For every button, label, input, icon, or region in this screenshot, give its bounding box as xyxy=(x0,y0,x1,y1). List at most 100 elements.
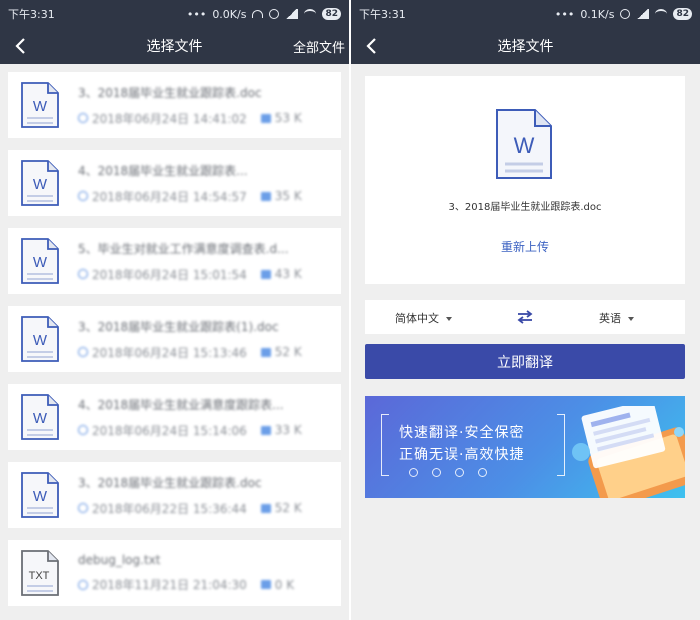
size-icon xyxy=(260,580,271,589)
word-doc-icon: W xyxy=(21,394,59,440)
wifi-icon xyxy=(655,9,668,19)
battery-icon: 82 xyxy=(322,8,341,20)
word-doc-icon: W xyxy=(21,82,59,128)
upload-card: W 3、2018届毕业生就业跟踪表.doc 重新上传 xyxy=(365,76,685,284)
file-size: 35 K xyxy=(274,189,302,203)
word-doc-icon: W xyxy=(21,160,59,206)
file-date: 2018年06月24日 15:14:06 xyxy=(92,423,247,438)
banner-line-1: 快速翻译·安全保密 xyxy=(399,425,525,441)
bracket-left xyxy=(381,414,389,476)
clock-icon xyxy=(78,579,88,590)
size-icon xyxy=(260,503,271,513)
alarm-icon xyxy=(269,9,280,19)
file-date: 2018年06月24日 14:41:02 xyxy=(92,111,247,126)
word-doc-icon: W xyxy=(21,472,59,518)
page-title: 选择文件 xyxy=(146,39,203,55)
left-screen: 下午3:31 ••• 0.0K/s 82 选择文件 全部文件 W 3、2018届毕… xyxy=(0,0,349,620)
back-arrow-icon[interactable] xyxy=(12,36,30,56)
reupload-link[interactable]: 重新上传 xyxy=(365,238,685,255)
status-bar: 下午3:31 ••• 0.0K/s 82 xyxy=(0,0,349,28)
source-language-select[interactable]: 简体中文 xyxy=(395,310,452,326)
doc-icon-letter: W xyxy=(33,488,48,505)
phone-illustration xyxy=(572,406,685,498)
all-files-button[interactable]: 全部文件 xyxy=(293,37,345,56)
alarm-icon xyxy=(620,9,631,19)
size-icon xyxy=(260,425,271,435)
file-date: 2018年11月21日 21:04:30 xyxy=(92,578,247,592)
size-icon xyxy=(260,347,271,357)
shield-icon xyxy=(432,468,441,477)
file-name: 3、2018届毕业生就业跟踪表.doc xyxy=(78,475,262,490)
file-name: 4、2018届毕业生就业满意度跟踪表... xyxy=(78,397,284,412)
file-item[interactable]: TXT debug_log.txt 2018年11月21日 21:04:30 0 K xyxy=(8,540,341,606)
back-arrow-icon[interactable] xyxy=(363,36,381,56)
dots-icon: ••• xyxy=(186,7,207,21)
file-date: 2018年06月22日 15:36:44 xyxy=(92,501,247,516)
clock-icon xyxy=(78,269,88,279)
size-icon xyxy=(260,191,271,201)
doc-icon-letter: W xyxy=(33,98,48,115)
file-item[interactable]: W 5、毕业生对就业工作满意度调查表.d... 2018年06月24日 15:01:… xyxy=(8,228,341,294)
lightning-icon xyxy=(478,468,487,477)
file-size: 52 K xyxy=(274,345,302,359)
file-item[interactable]: W 3、2018届毕业生就业跟踪表.doc 2018年06月24日 14:41:02… xyxy=(8,72,341,138)
doc-icon-letter: W xyxy=(33,254,48,271)
left-header: 选择文件 全部文件 xyxy=(0,28,349,64)
net-speed: 0.0K/s xyxy=(212,7,247,21)
file-size: 53 K xyxy=(274,111,302,125)
file-name: debug_log.txt xyxy=(78,553,161,567)
file-size: 52 K xyxy=(274,501,302,515)
page-title: 选择文件 xyxy=(497,39,554,55)
status-bar: 下午3:31 ••• 0.1K/s 82 xyxy=(351,0,700,28)
status-time: 下午3:31 xyxy=(8,8,55,21)
size-icon xyxy=(260,269,271,279)
file-list: W 3、2018届毕业生就业跟踪表.doc 2018年06月24日 14:41:02… xyxy=(8,72,341,618)
signal-icon xyxy=(636,9,650,19)
caret-down-icon xyxy=(446,317,452,321)
doc-icon-letter: TXT xyxy=(29,570,50,582)
file-date: 2018年06月24日 14:54:57 xyxy=(92,189,247,204)
rocket-icon xyxy=(409,468,418,477)
file-item[interactable]: W 3、2018届毕业生就业跟踪表.doc 2018年06月22日 15:36:44… xyxy=(8,462,341,528)
clock-icon xyxy=(78,113,88,123)
file-name: 3、2018届毕业生就业跟踪表(1).doc xyxy=(78,319,279,334)
headphone-icon xyxy=(252,10,264,18)
translate-button[interactable]: 立即翻译 xyxy=(365,344,685,379)
target-icon xyxy=(455,468,464,477)
file-size: 0 K xyxy=(274,577,295,592)
clock-icon xyxy=(78,191,88,201)
file-name: 4、2018届毕业生就业跟踪表... xyxy=(78,163,248,178)
word-doc-icon: W xyxy=(21,238,59,284)
file-date: 2018年06月24日 15:13:46 xyxy=(92,345,247,360)
file-date: 2018年06月24日 15:01:54 xyxy=(92,267,247,282)
doc-icon-letter: W xyxy=(33,176,48,193)
file-name: 5、毕业生对就业工作满意度调查表.d... xyxy=(78,241,289,256)
target-language-select[interactable]: 英语 xyxy=(599,310,634,326)
caret-down-icon xyxy=(628,317,634,321)
right-header: 选择文件 xyxy=(351,28,700,64)
clock-icon xyxy=(78,347,88,357)
wifi-icon xyxy=(304,9,317,19)
banner-line-2: 正确无误·高效快捷 xyxy=(399,447,525,463)
file-size: 43 K xyxy=(274,267,302,281)
battery-icon: 82 xyxy=(673,8,692,20)
dots-icon: ••• xyxy=(554,7,575,21)
file-size: 33 K xyxy=(274,423,302,437)
swap-icon[interactable] xyxy=(517,310,533,324)
net-speed: 0.1K/s xyxy=(580,7,615,21)
file-name: 3、2018届毕业生就业跟踪表.doc xyxy=(78,85,262,100)
clock-icon xyxy=(78,503,88,513)
status-time: 下午3:31 xyxy=(359,8,406,21)
word-doc-icon: W xyxy=(496,109,552,179)
uploaded-file-name: 3、2018届毕业生就业跟踪表.doc xyxy=(448,202,602,213)
file-item[interactable]: W 4、2018届毕业生就业跟踪表... 2018年06月24日 14:54:57 3… xyxy=(8,150,341,216)
file-item[interactable]: W 4、2018届毕业生就业满意度跟踪表... 2018年06月24日 15:14:… xyxy=(8,384,341,450)
word-doc-icon: W xyxy=(21,316,59,362)
doc-icon-letter: W xyxy=(33,410,48,427)
banner-feature-icons xyxy=(409,468,487,477)
signal-icon xyxy=(285,9,299,19)
promo-banner[interactable]: 快速翻译·安全保密 正确无误·高效快捷 xyxy=(365,396,685,498)
clock-icon xyxy=(78,425,88,435)
doc-icon-letter: W xyxy=(33,332,48,349)
file-item[interactable]: W 3、2018届毕业生就业跟踪表(1).doc 2018年06月24日 15:13… xyxy=(8,306,341,372)
